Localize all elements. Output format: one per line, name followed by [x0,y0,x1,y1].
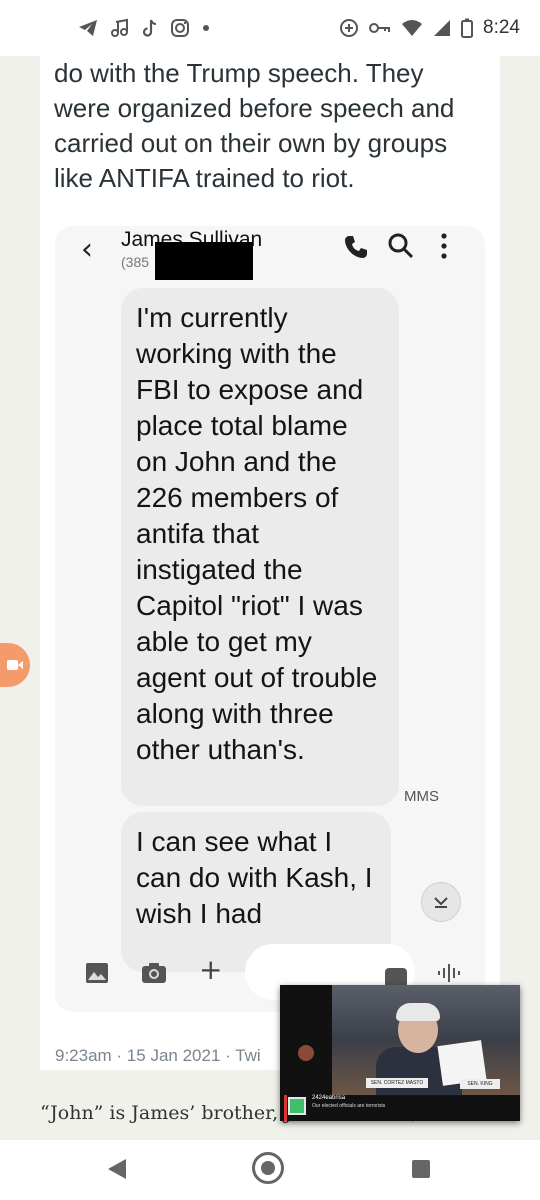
home-icon [261,1161,275,1175]
message-bubble: I'm currently working with the FBI to ex… [121,288,399,806]
video-nameplate: SEN. KING [460,1079,500,1089]
video-ticker-text: Our elected officials are terrorists [312,1103,386,1109]
voice-icon [438,964,460,982]
search-icon [388,233,414,259]
vpn-key-icon [369,23,391,33]
clock: 8:24 [483,17,520,38]
tweet-media-image[interactable]: ‹ James Sullivan (385 I'm currently work… [55,226,485,1012]
battery-icon [461,18,474,38]
status-bar: 8:24 [0,0,540,56]
more-vert-icon [441,233,447,259]
video-handle: 2424eabrisa [312,1095,346,1101]
back-icon: ‹ [81,232,93,267]
gallery-icon [86,963,108,983]
signal-icon [434,20,451,36]
telegram-icon [79,20,97,36]
nav-recents-button[interactable] [412,1160,430,1178]
tweet-text: do with the Trump speech. They were orga… [54,58,455,193]
camera-icon [142,963,166,983]
screen-recorder-handle[interactable] [0,643,30,687]
instagram-icon [171,19,189,37]
video-ticker-accent [284,1095,287,1121]
navigation-bar [0,1140,540,1200]
wifi-icon [402,20,423,36]
video-person-hair [396,1003,440,1021]
scroll-down-icon [421,882,461,922]
pip-video[interactable]: SEN. CORTEZ MASTO SEN. KING 2424eabrisa … [280,985,520,1121]
dot-icon [203,25,209,31]
nav-back-button[interactable] [108,1159,126,1179]
contact-number: (385 [121,254,150,270]
avatar [298,1045,314,1061]
notification-icons [78,18,210,38]
video-camera-icon [7,660,23,670]
music-icon [111,18,128,37]
channel-logo-icon [288,1097,306,1115]
sms-header: ‹ James Sullivan (385 [55,226,485,286]
video-nameplate: SEN. CORTEZ MASTO [366,1078,428,1088]
data-saver-icon [340,19,359,37]
tweet-timestamp[interactable]: 9:23am · 15 Jan 2021 · Twi [55,1046,261,1066]
phone-icon [345,236,367,258]
plus-icon: + [199,953,223,986]
redaction-box [155,242,253,280]
tiktok-icon [142,19,157,37]
mms-label: MMS [404,788,439,805]
system-icons: 8:24 [339,17,520,39]
